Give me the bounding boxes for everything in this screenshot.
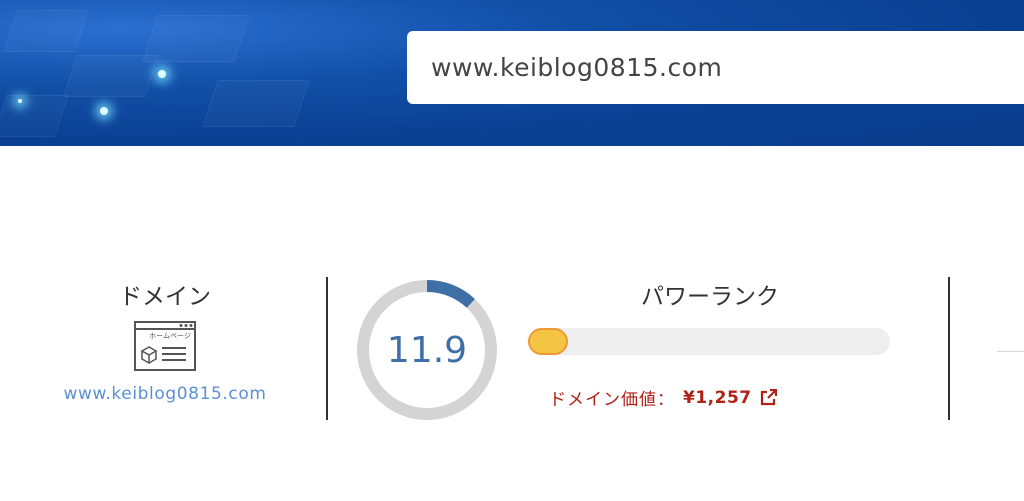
- homepage-icon: [134, 321, 196, 371]
- domain-value[interactable]: ドメイン価値： ¥1,257: [549, 385, 777, 410]
- search-input-value: www.keiblog0815.com: [431, 53, 723, 82]
- external-link-icon[interactable]: [760, 389, 777, 406]
- glow-dot: [18, 99, 22, 103]
- glow-dot: [158, 70, 166, 78]
- column-divider: [326, 277, 328, 420]
- power-rank-title: パワーランク: [641, 284, 779, 310]
- homepage-icon-text: ホームページ: [149, 332, 191, 340]
- power-rank-bar: [528, 328, 890, 355]
- domain-search-input[interactable]: www.keiblog0815.com: [407, 31, 1024, 104]
- hex-pattern: [142, 15, 250, 62]
- domain-link[interactable]: www.keiblog0815.com: [40, 384, 290, 404]
- glow-dot: [100, 107, 108, 115]
- domain-value-label: ドメイン価値：: [549, 390, 675, 410]
- domain-value-amount: ¥1,257: [683, 387, 752, 408]
- power-rank-bar-fill: [528, 328, 568, 355]
- hex-pattern: [0, 95, 69, 137]
- hex-pattern: [202, 80, 310, 127]
- score-value: 11.9: [386, 329, 468, 371]
- domain-title: ドメイン: [119, 284, 211, 310]
- partial-divider: [997, 351, 1024, 352]
- hex-pattern: [3, 10, 89, 52]
- column-divider: [948, 277, 950, 420]
- header-banner: www.keiblog0815.com: [0, 0, 1024, 146]
